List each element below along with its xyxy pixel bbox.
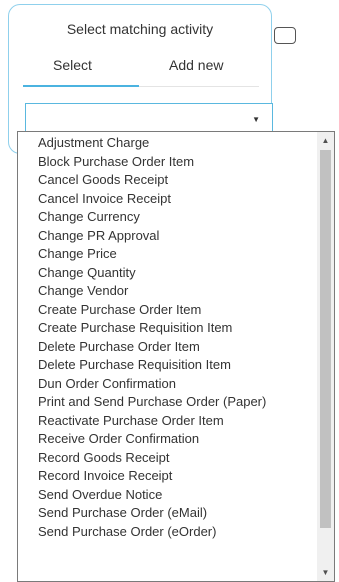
activity-option[interactable]: Change Currency (18, 208, 318, 227)
activity-option[interactable]: Block Purchase Order Item (18, 153, 318, 172)
active-tab-indicator (23, 85, 139, 87)
activity-option[interactable]: Record Invoice Receipt (18, 467, 318, 486)
activity-option[interactable]: Record Goods Receipt (18, 449, 318, 468)
tab-add-new[interactable]: Add new (169, 57, 223, 73)
activity-option[interactable]: Delete Purchase Order Item (18, 338, 318, 357)
activity-option[interactable]: Adjustment Charge (18, 134, 318, 153)
activity-option[interactable]: Create Purchase Requisition Item (18, 319, 318, 338)
activity-option[interactable]: Change Vendor (18, 282, 318, 301)
activity-option[interactable]: Send Purchase Order (eOrder) (18, 523, 318, 542)
panel-title: Select matching activity (66, 21, 214, 37)
activity-option[interactable]: Change Quantity (18, 264, 318, 283)
scrollbar-thumb[interactable] (320, 150, 331, 528)
activity-option[interactable]: Reactivate Purchase Order Item (18, 412, 318, 431)
chevron-down-icon: ▼ (252, 115, 260, 124)
listbox-scrollbar[interactable]: ▲ ▼ (317, 132, 334, 581)
activity-option[interactable]: Send Purchase Order (eMail) (18, 504, 318, 523)
activity-list: Adjustment Charge Block Purchase Order It… (18, 134, 318, 541)
activity-option[interactable]: Dun Order Confirmation (18, 375, 318, 394)
activity-option[interactable]: Cancel Invoice Receipt (18, 190, 318, 209)
activity-option[interactable]: Receive Order Confirmation (18, 430, 318, 449)
activity-option[interactable]: Cancel Goods Receipt (18, 171, 318, 190)
activity-option[interactable]: Change PR Approval (18, 227, 318, 246)
activity-option[interactable]: Send Overdue Notice (18, 486, 318, 505)
activity-option[interactable]: Create Purchase Order Item (18, 301, 318, 320)
activity-selector-screen: Select matching activity Select Add new … (0, 0, 339, 582)
scroll-down-arrow-icon[interactable]: ▼ (317, 564, 334, 581)
activity-option[interactable]: Delete Purchase Requisition Item (18, 356, 318, 375)
activity-option[interactable]: Print and Send Purchase Order (Paper) (18, 393, 318, 412)
scroll-up-arrow-icon[interactable]: ▲ (317, 132, 334, 149)
tab-divider (139, 86, 259, 87)
side-checkbox[interactable] (274, 27, 296, 44)
tab-select[interactable]: Select (53, 57, 92, 73)
activity-listbox[interactable]: Adjustment Charge Block Purchase Order It… (17, 131, 335, 582)
activity-option[interactable]: Change Price (18, 245, 318, 264)
